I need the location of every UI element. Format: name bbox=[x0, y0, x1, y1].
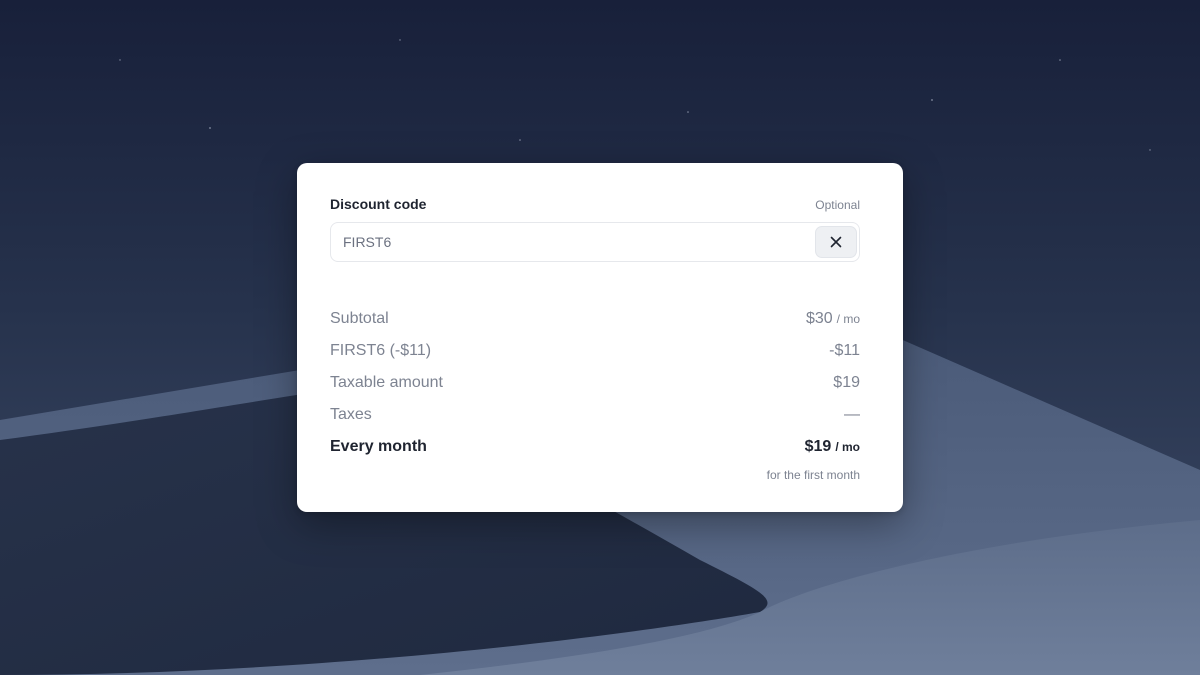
subtotal-value: $30 bbox=[805, 310, 833, 327]
taxable-label: Taxable amount bbox=[330, 374, 443, 391]
taxes-row: Taxes — bbox=[330, 406, 860, 438]
taxable-amount: $19 bbox=[833, 374, 860, 391]
taxes-label: Taxes bbox=[330, 406, 372, 423]
close-icon bbox=[830, 236, 842, 248]
optional-hint: Optional bbox=[815, 198, 860, 212]
price-summary: Subtotal $30/ mo FIRST6 (-$11) -$11 Taxa… bbox=[330, 310, 860, 482]
discount-line-amount: -$11 bbox=[829, 342, 860, 359]
total-value: $19 bbox=[804, 438, 832, 455]
total-unit: / mo bbox=[835, 440, 860, 454]
discount-summary-card: Discount code Optional Subtotal $30/ mo … bbox=[297, 163, 903, 512]
discount-code-label: Discount code bbox=[330, 196, 427, 212]
discount-row: FIRST6 (-$11) -$11 bbox=[330, 342, 860, 374]
total-amount: $19/ mo bbox=[805, 438, 860, 456]
total-note: for the first month bbox=[766, 468, 860, 482]
discount-code-field bbox=[330, 222, 860, 262]
subtotal-label: Subtotal bbox=[330, 310, 389, 327]
subtotal-unit: / mo bbox=[836, 312, 860, 326]
taxable-row: Taxable amount $19 bbox=[330, 374, 860, 406]
subtotal-row: Subtotal $30/ mo bbox=[330, 310, 860, 342]
total-row: Every month $19/ mo bbox=[330, 438, 860, 470]
total-label: Every month bbox=[330, 438, 427, 455]
discount-line-label: FIRST6 (-$11) bbox=[330, 342, 432, 359]
taxes-amount: — bbox=[844, 406, 860, 423]
clear-discount-button[interactable] bbox=[815, 226, 857, 258]
discount-code-input[interactable] bbox=[331, 223, 801, 261]
discount-field-header: Discount code Optional bbox=[330, 196, 860, 216]
subtotal-amount: $30/ mo bbox=[806, 310, 860, 328]
